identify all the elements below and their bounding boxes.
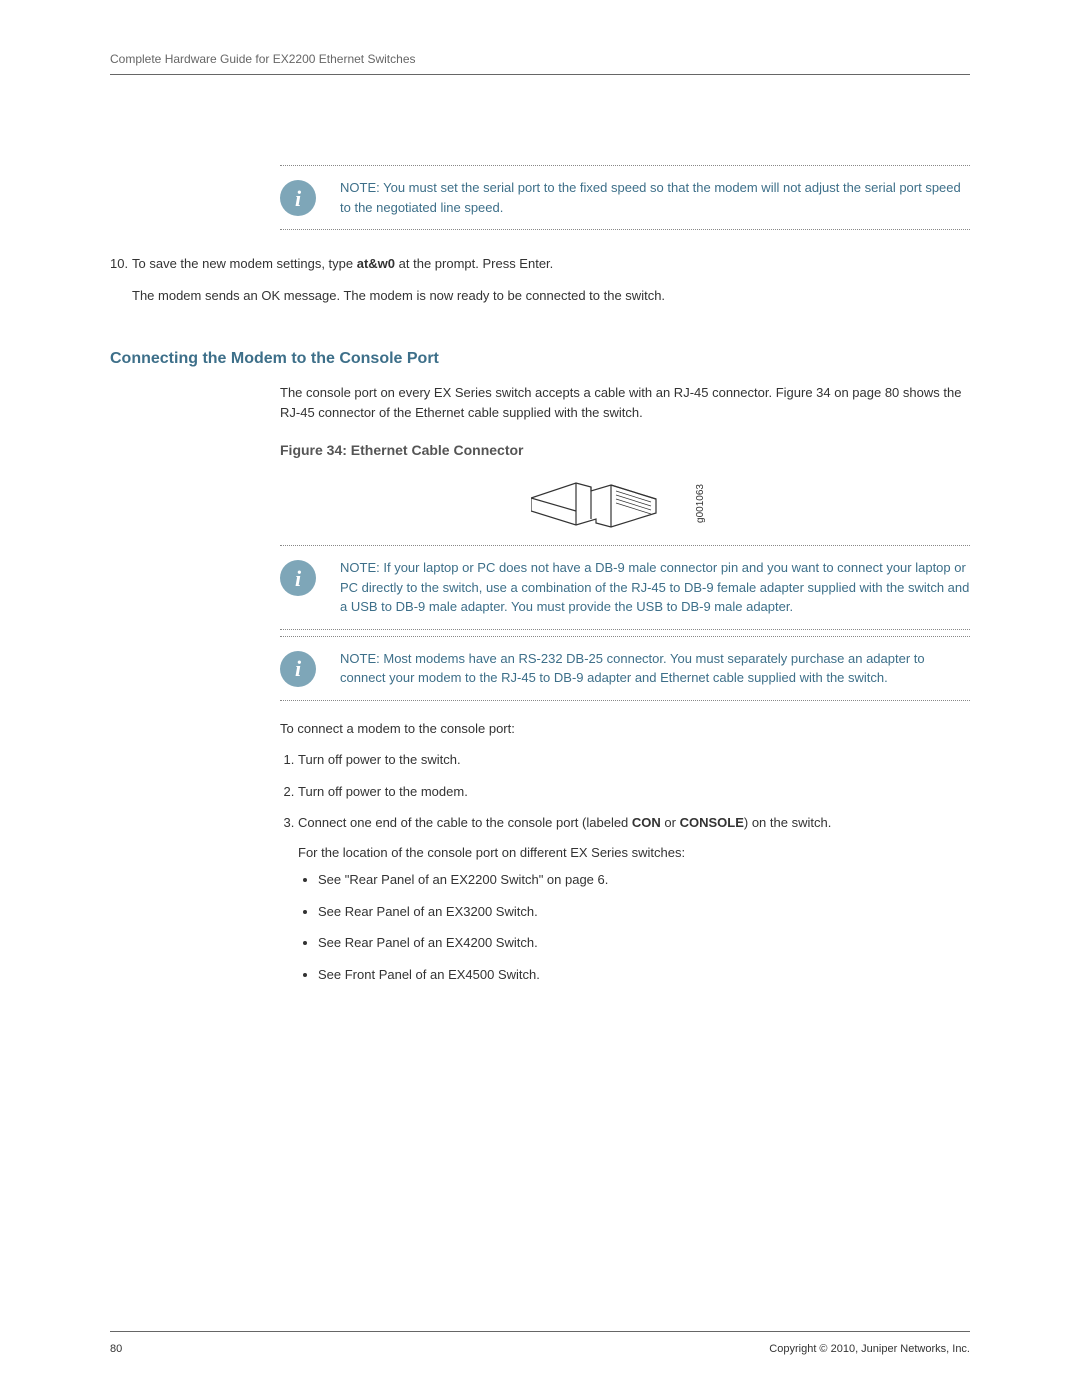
list-item: See "Rear Panel of an EX2200 Switch" on … (318, 870, 970, 890)
step-text: at the prompt. Press Enter. (395, 256, 553, 271)
sub-paragraph: For the location of the console port on … (298, 843, 970, 863)
intro-paragraph: The console port on every EX Series swit… (280, 383, 970, 422)
note-body: You must set the serial port to the fixe… (340, 180, 961, 215)
info-icon: i (280, 651, 316, 687)
steps-intro: To connect a modem to the console port: (280, 719, 970, 739)
step-command: at&w0 (357, 256, 395, 271)
step-text: To save the new modem settings, type (132, 256, 357, 271)
section-body: The console port on every EX Series swit… (280, 383, 970, 984)
note-label: NOTE: (340, 651, 380, 666)
list-item: See Rear Panel of an EX3200 Switch. (318, 902, 970, 922)
note-block-1: i NOTE: You must set the serial port to … (280, 165, 970, 230)
note-body: Most modems have an RS-232 DB-25 connect… (340, 651, 925, 686)
bullet-list: See "Rear Panel of an EX2200 Switch" on … (298, 870, 970, 984)
note-text: NOTE: You must set the serial port to th… (340, 178, 970, 217)
note-block-3: i NOTE: Most modems have an RS-232 DB-25… (280, 637, 970, 700)
footer-rule (110, 1331, 970, 1332)
note-text: NOTE: Most modems have an RS-232 DB-25 c… (340, 649, 970, 688)
copyright: Copyright © 2010, Juniper Networks, Inc. (769, 1341, 970, 1358)
figure-container: g001063 (280, 467, 970, 545)
dotted-rule (280, 700, 970, 701)
page-footer: 80 Copyright © 2010, Juniper Networks, I… (110, 1341, 970, 1358)
list-item: See Front Panel of an EX4500 Switch. (318, 965, 970, 985)
step-number: 10. (110, 254, 132, 317)
list-item: Turn off power to the modem. (298, 782, 970, 802)
list-item: Turn off power to the switch. (298, 750, 970, 770)
figure-caption: Figure 34: Ethernet Cable Connector (280, 440, 970, 461)
step-followup: The modem sends an OK message. The modem… (132, 286, 970, 306)
rj45-connector-illustration (531, 473, 661, 533)
page-number: 80 (110, 1341, 122, 1358)
list-item: See Rear Panel of an EX4200 Switch. (318, 933, 970, 953)
steps-list: Turn off power to the switch. Turn off p… (280, 750, 970, 984)
note-block-2: i NOTE: If your laptop or PC does not ha… (280, 546, 970, 629)
dotted-rule (280, 229, 970, 230)
figure-id: g001063 (693, 484, 708, 523)
note-label: NOTE: (340, 560, 380, 575)
dotted-rule (280, 629, 970, 630)
header-running-title: Complete Hardware Guide for EX2200 Ether… (110, 50, 970, 68)
note-body: If your laptop or PC does not have a DB-… (340, 560, 969, 614)
page-header: Complete Hardware Guide for EX2200 Ether… (110, 50, 970, 75)
info-icon: i (280, 560, 316, 596)
info-icon: i (280, 180, 316, 216)
note-text: NOTE: If your laptop or PC does not have… (340, 558, 970, 617)
list-item: Connect one end of the cable to the cons… (298, 813, 970, 984)
ordered-step-10: 10. To save the new modem settings, type… (110, 254, 970, 317)
note-label: NOTE: (340, 180, 380, 195)
header-rule (110, 74, 970, 75)
section-heading: Connecting the Modem to the Console Port (110, 347, 970, 371)
